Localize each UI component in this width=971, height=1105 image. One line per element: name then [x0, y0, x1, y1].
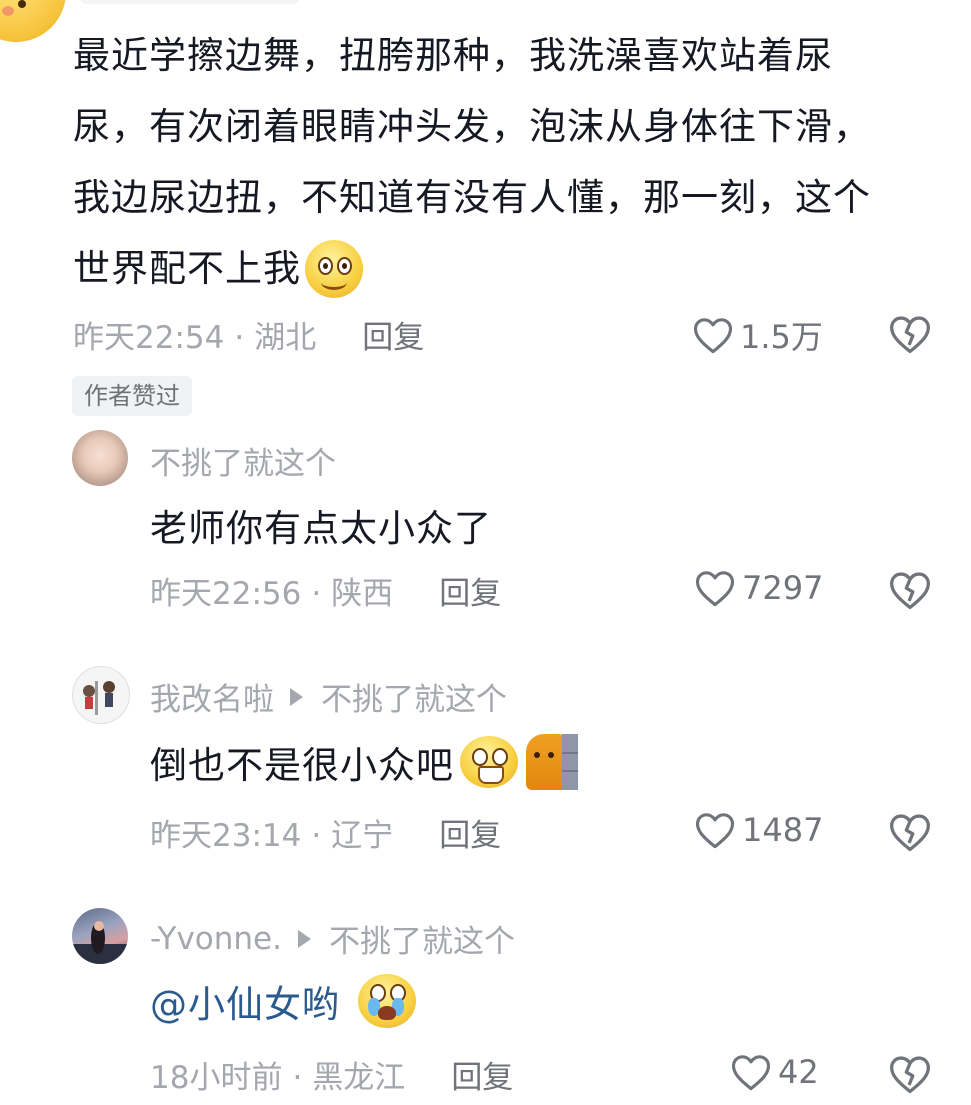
grin-emoji: [460, 736, 518, 788]
reply-text-body: 倒也不是很小众吧: [150, 744, 454, 787]
reply-meta: 18小时前 · 黑龙江 回复: [150, 1060, 514, 1096]
reply-time: 昨天23:14: [150, 818, 302, 854]
reply-username-row: 我改名啦 不挑了就这个: [150, 674, 507, 719]
reply-arrow-icon: [290, 687, 303, 706]
reply-text: @小仙女哟: [150, 974, 416, 1028]
commenter-avatar[interactable]: [0, 0, 66, 42]
reply-location: 辽宁: [331, 818, 394, 854]
comment-location: 湖北: [254, 320, 317, 356]
crying-emoji: [358, 974, 416, 1028]
dislike-button[interactable]: [888, 312, 932, 360]
reply-button[interactable]: 回复: [451, 1060, 513, 1096]
username-text[interactable]: 我改名啦: [150, 674, 274, 719]
author-liked-tag: 作者赞过: [72, 376, 192, 416]
comment-line: 我边尿边扭，不知道有没有人懂，那一刻，这个: [73, 176, 871, 219]
cat-peek-emoji: [526, 734, 578, 790]
reply-location: 陕西: [331, 576, 394, 612]
like-button[interactable]: 1487: [694, 810, 823, 850]
avatar-eye: [18, 0, 26, 8]
main-comment-meta: 昨天22:54 · 湖北 回复: [73, 320, 425, 356]
reply-username-row: -Yvonne. 不挑了就这个: [150, 916, 515, 961]
broken-heart-icon: [890, 814, 930, 852]
username-text[interactable]: -Yvonne.: [150, 921, 282, 957]
broken-heart-icon: [890, 1056, 930, 1094]
like-button[interactable]: 1.5万: [692, 312, 823, 358]
comment-time: 昨天22:54: [73, 320, 225, 356]
reply-text: 老师你有点太小众了: [150, 498, 492, 552]
reply-button[interactable]: 回复: [362, 320, 424, 356]
broken-heart-icon: [890, 316, 930, 354]
heart-icon: [695, 571, 735, 607]
girl-photo-avatar[interactable]: [72, 908, 128, 964]
reply-button[interactable]: 回复: [439, 576, 501, 612]
reply-to-username[interactable]: 不挑了就这个: [329, 916, 515, 961]
reply-button[interactable]: 回复: [439, 818, 501, 854]
username-text[interactable]: 不挑了就这个: [150, 438, 336, 483]
reply-text: 倒也不是很小众吧: [150, 734, 578, 790]
comment-line: 尿，有次闭着眼睛冲头发，泡沫从身体往下滑，: [73, 105, 871, 148]
like-count: 1.5万: [740, 318, 823, 356]
comment-line-last: 世界配不上我: [73, 233, 953, 304]
comment-line: 最近学擦边舞，扭胯那种，我洗澡喜欢站着尿: [73, 34, 833, 77]
comment-line: 世界配不上我: [73, 247, 301, 290]
reply-arrow-icon: [297, 929, 311, 948]
like-count: 42: [778, 1053, 819, 1091]
like-count: 7297: [742, 569, 824, 607]
smile-emoji: [305, 239, 363, 298]
cartoon-kids-image: [83, 681, 115, 715]
avatar-cheek: [2, 6, 14, 16]
like-button[interactable]: 42: [730, 1052, 819, 1092]
like-count: 1487: [742, 811, 824, 849]
cartoon-kids-avatar[interactable]: [72, 666, 130, 724]
like-button[interactable]: 7297: [694, 568, 823, 608]
girl-photo-image: [72, 921, 128, 964]
reply-location: 黑龙江: [312, 1060, 406, 1096]
reply-username[interactable]: 不挑了就这个: [150, 438, 336, 483]
heart-icon: [695, 813, 735, 849]
reply-to-username[interactable]: 不挑了就这个: [321, 674, 507, 719]
reply-text-body: 老师你有点太小众了: [150, 507, 492, 550]
dislike-button[interactable]: [888, 1052, 932, 1100]
reply-meta: 昨天22:56 · 陕西 回复: [150, 576, 502, 612]
dislike-button[interactable]: [888, 568, 932, 616]
dislike-button[interactable]: [888, 810, 932, 858]
main-comment-text: 最近学擦边舞，扭胯那种，我洗澡喜欢站着尿 尿，有次闭着眼睛冲头发，泡沫从身体往下…: [73, 20, 953, 304]
reply-meta: 昨天23:14 · 辽宁 回复: [150, 818, 502, 854]
reply-time: 18小时前: [150, 1060, 283, 1096]
broken-heart-icon: [890, 572, 930, 610]
commenter-name-cutoff: [80, 0, 300, 4]
heart-icon: [693, 318, 733, 354]
reply-time: 昨天22:56: [150, 576, 302, 612]
heart-icon: [731, 1055, 771, 1091]
mention-link[interactable]: @小仙女哟: [150, 974, 340, 1028]
baby-photo-avatar[interactable]: [72, 430, 128, 486]
